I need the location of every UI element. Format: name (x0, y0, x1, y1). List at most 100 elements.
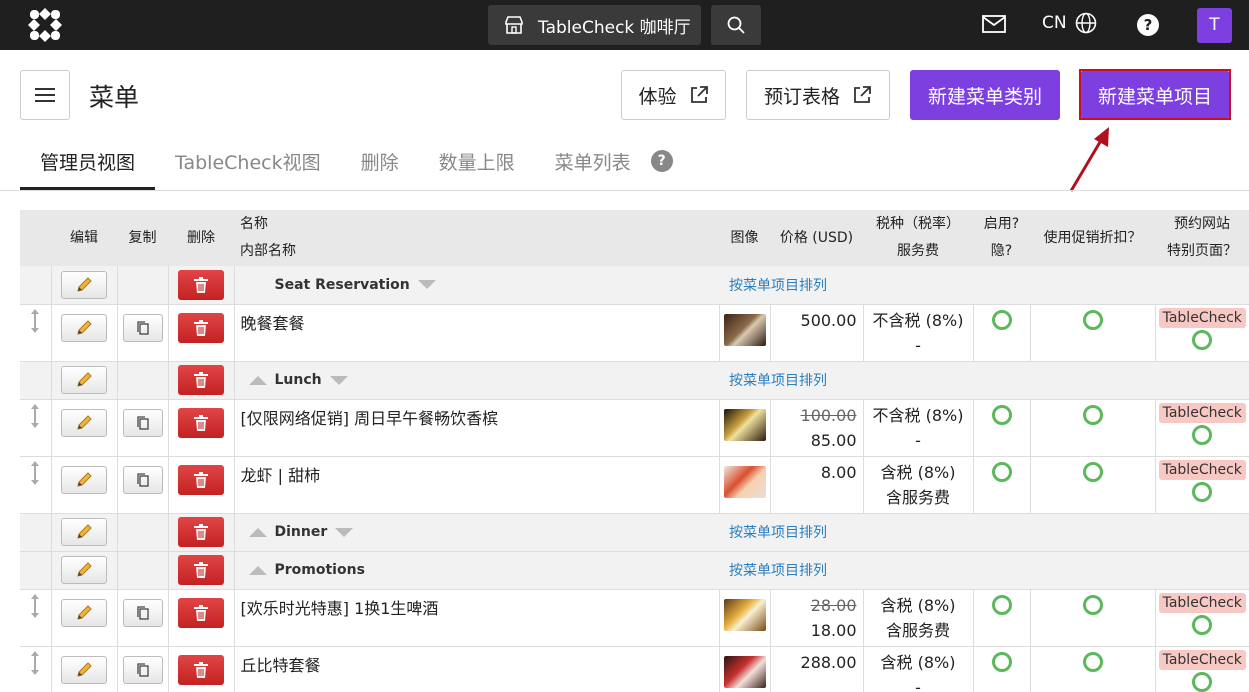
tab-tablecheck-view[interactable]: TableCheck视图 (155, 140, 341, 190)
sort-items-link[interactable]: 按菜单项目排列 (729, 373, 827, 389)
drag-handle-icon[interactable] (30, 650, 40, 681)
delete-category-button[interactable] (178, 555, 224, 585)
edit-category-button[interactable] (61, 556, 107, 584)
col-promo: 使用促销折扣？ (1030, 210, 1155, 266)
hamburger-menu-button[interactable] (20, 70, 70, 120)
site-badge: TableCheck (1158, 592, 1246, 613)
delete-item-button[interactable] (178, 464, 224, 495)
item-thumbnail[interactable] (723, 655, 766, 688)
site-badge: TableCheck (1158, 649, 1246, 670)
edit-item-button[interactable] (61, 655, 107, 684)
sort-items-link[interactable]: 按菜单项目排列 (729, 525, 827, 541)
pointer-arrow (1069, 127, 1109, 192)
special-page-status-icon[interactable] (1192, 424, 1213, 445)
item-price: 8.00 (820, 462, 857, 482)
category-name-cell: Lunch (234, 361, 719, 400)
pencil-icon (77, 372, 92, 387)
language-selector[interactable]: CN (1042, 12, 1097, 34)
price-cell: 100.00 85.00 (770, 399, 864, 457)
delete-item-button[interactable] (178, 312, 224, 343)
special-page-status-icon[interactable] (1192, 671, 1213, 692)
tab-menu-list[interactable]: 菜单列表 (535, 140, 651, 190)
move-up-icon[interactable] (248, 527, 267, 537)
move-down-icon[interactable] (417, 280, 436, 290)
sort-items-link[interactable]: 按菜单项目排列 (729, 278, 827, 294)
trash-icon (194, 414, 208, 431)
promo-status-icon[interactable] (1082, 651, 1103, 672)
drag-handle-icon[interactable] (30, 403, 40, 434)
enabled-status-icon[interactable] (991, 309, 1012, 330)
delete-category-button[interactable] (178, 269, 224, 300)
drag-cell (20, 646, 52, 692)
tab-deleted[interactable]: 删除 (341, 140, 419, 190)
move-down-icon[interactable] (329, 375, 348, 385)
special-page-status-icon[interactable] (1192, 329, 1213, 350)
item-thumbnail[interactable] (723, 408, 766, 441)
delete-item-button[interactable] (178, 407, 224, 438)
delete-item-button[interactable] (178, 597, 224, 628)
drag-cell (20, 513, 52, 552)
move-down-icon[interactable] (335, 527, 354, 537)
move-up-icon[interactable] (248, 565, 267, 575)
special-page-status-icon[interactable] (1192, 481, 1213, 502)
edit-item-button[interactable] (61, 313, 107, 342)
pencil-icon (77, 661, 92, 677)
experience-button[interactable]: 体验 (621, 70, 726, 120)
delete-cell (168, 513, 235, 552)
copy-item-button[interactable] (122, 408, 163, 437)
promo-status-icon[interactable] (1082, 461, 1103, 482)
new-category-button[interactable]: 新建菜单类别 (910, 70, 1060, 120)
copy-item-button[interactable] (122, 465, 163, 494)
delete-item-button[interactable] (178, 654, 224, 685)
copy-cell (117, 646, 169, 692)
tablecheck-logo[interactable] (28, 8, 62, 42)
delete-category-button[interactable] (178, 365, 224, 395)
edit-item-button[interactable] (61, 465, 107, 494)
tabs-divider (0, 190, 1249, 191)
enabled-status-icon[interactable] (991, 594, 1012, 615)
col-edit: 编辑 (51, 210, 117, 266)
tax-cell: 不含税 (8%) - (863, 399, 974, 457)
copy-cell (117, 589, 169, 647)
promo-status-icon[interactable] (1082, 309, 1103, 330)
drag-handle-icon[interactable] (30, 460, 40, 491)
venue-selector[interactable]: TableCheck 咖啡厅 (488, 5, 701, 45)
edit-category-button[interactable] (61, 518, 107, 546)
tab-quantity-limit[interactable]: 数量上限 (419, 140, 535, 190)
col-site: 预约网站 特别页面？ (1155, 210, 1249, 266)
enabled-status-icon[interactable] (991, 651, 1012, 672)
drag-handle-icon[interactable] (30, 308, 40, 339)
copy-item-button[interactable] (122, 313, 163, 342)
tabs-help-icon[interactable]: ? (650, 150, 673, 172)
sort-items-link[interactable]: 按菜单项目排列 (729, 563, 827, 579)
edit-item-button[interactable] (61, 408, 107, 437)
booking-form-button[interactable]: 预订表格 (746, 70, 890, 120)
item-thumbnail[interactable] (723, 598, 766, 631)
col-enabled-label: 启用? (983, 216, 1020, 232)
enabled-status-icon[interactable] (991, 461, 1012, 482)
help-icon[interactable]: ? (1137, 14, 1159, 36)
promo-status-icon[interactable] (1082, 404, 1103, 425)
move-up-icon[interactable] (248, 375, 267, 385)
item-thumbnail[interactable] (723, 465, 766, 498)
copy-item-button[interactable] (122, 655, 163, 684)
mail-icon[interactable] (982, 14, 1006, 34)
tab-admin-view[interactable]: 管理员视图 (20, 140, 156, 190)
enabled-status-icon[interactable] (991, 404, 1012, 425)
delete-category-button[interactable] (178, 517, 224, 547)
item-thumbnail[interactable] (723, 313, 766, 346)
trash-icon (194, 562, 208, 578)
special-page-status-icon[interactable] (1192, 614, 1213, 635)
drag-handle-icon[interactable] (30, 593, 40, 624)
search-button[interactable] (711, 5, 761, 45)
avatar[interactable]: T (1197, 8, 1232, 43)
edit-category-button[interactable] (61, 366, 107, 394)
col-copy: 复制 (117, 210, 168, 266)
tax-cell: 含税 (8%) 含服务费 (863, 589, 974, 647)
edit-item-button[interactable] (61, 598, 107, 627)
col-image: 图像 (719, 210, 770, 266)
col-enabled: 启用? 隐? (973, 210, 1030, 266)
edit-category-button[interactable] (61, 270, 107, 299)
copy-item-button[interactable] (122, 598, 163, 627)
promo-status-icon[interactable] (1082, 594, 1103, 615)
